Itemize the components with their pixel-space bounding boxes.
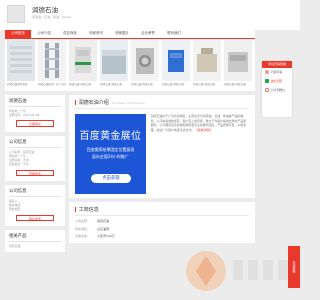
- intro-title: 润德石油介绍: [78, 100, 109, 106]
- share-icon: [265, 88, 269, 92]
- contact-now-button[interactable]: 立即联系: [16, 120, 54, 127]
- fact-label: 公司名称：: [75, 219, 91, 223]
- business-info-title: 工商信息: [78, 207, 99, 213]
- nav-item-about[interactable]: 公司介绍: [31, 30, 57, 38]
- ad-title: 百度黄金展位: [79, 131, 142, 142]
- scan-view-item[interactable]: 扫码查看: [262, 68, 292, 77]
- qr-icon: [265, 70, 269, 74]
- business-info-heading: 工商信息: [75, 206, 249, 216]
- fact-label: 所在地区：: [75, 226, 91, 231]
- contact-merchant-button[interactable]: 联系商家: [16, 214, 54, 221]
- site-name[interactable]: 润德石油: [32, 4, 58, 14]
- store-name: 润德石油: [9, 98, 61, 107]
- fact-row: 注册资本： 人民币100万: [75, 234, 249, 239]
- product-photo-card[interactable]: 润德石油 润德石油: [69, 40, 97, 91]
- ad-get-button[interactable]: 点击获取: [91, 174, 131, 183]
- fact-value: 人民币100万: [97, 234, 115, 239]
- store-card: 润德石油 所在地：广东 注册时间：2011-01-08 立即联系: [5, 95, 65, 132]
- photo-caption: 润德石油 润德石油: [131, 82, 153, 86]
- wechat-icon: [265, 79, 269, 83]
- ad-line-1: 百度搜索结果固定位置展现: [86, 147, 135, 152]
- float-item-label: 分享到微信: [271, 88, 285, 92]
- product-photo-card[interactable]: 润德石油对外出售: [7, 40, 35, 91]
- intro-subtitle: Company Introduction: [111, 100, 146, 105]
- photo-caption: 润德石油 润德石油: [100, 82, 122, 86]
- nav-item-honors[interactable]: 企业荣誉: [135, 30, 161, 38]
- site-keywords: 润滑油，石油，柴油，Diesel: [32, 15, 72, 19]
- company-intro-panel: 润德石油介绍 Company Introduction 百度黄金展位 百度搜索结…: [69, 95, 255, 198]
- heading-accent-bar: [75, 207, 77, 212]
- intro-more-link[interactable]: 【查看详情】: [195, 128, 212, 132]
- nav-item-contact[interactable]: 联系我们: [161, 30, 187, 38]
- nav-item-products[interactable]: 供应商品: [57, 30, 83, 38]
- photo-caption: 润德石油 润德石油: [193, 82, 215, 86]
- fact-value: 山东淄博: [97, 226, 110, 231]
- float-item-label: 扫码查看: [271, 70, 283, 74]
- watermark-logo: [178, 238, 298, 298]
- product-photo-strip: 润德石油对外出售 润德石油出售厂房厂房对外出租 润德石油 润德石油 润德石油 润…: [5, 40, 255, 91]
- business-info-panel: 工商信息 公司名称： 润德石油 所在地区： 山东淄博 注册资本： 人民币100万: [69, 202, 255, 243]
- ad-line-2: 面向全国24小时推广: [91, 154, 129, 159]
- nav-item-home[interactable]: 公司首页: [5, 30, 31, 38]
- floating-share-panel: 手机扫码查看 扫码查看 微信扫码 分享到微信: [262, 61, 292, 117]
- product-photo-card[interactable]: 润德石油 润德石油: [131, 40, 159, 91]
- product-photo[interactable]: [131, 40, 159, 81]
- fact-value: 润德石油: [97, 219, 110, 223]
- baidu-ad-banner[interactable]: 百度黄金展位 百度搜索结果固定位置展现 面向全国24小时推广 点击获取: [75, 114, 146, 194]
- photo-caption: 润德石油 润德石油: [224, 82, 246, 86]
- heading-accent-bar: [75, 100, 77, 105]
- online-service-tab[interactable]: 在线客服: [288, 246, 300, 288]
- site-header: 润德石油 润滑油，石油，柴油，Diesel: [0, 0, 300, 30]
- photo-caption: 润德石油 润德石油: [69, 82, 91, 86]
- nav-item-photos[interactable]: 商家图片: [109, 30, 135, 38]
- fact-row: 所在地区： 山东淄博: [75, 227, 249, 232]
- fact-row: 公司名称： 润德石油: [75, 219, 249, 224]
- company-info-card: 公司信息 公司名称：润德石油 所在地：广东 注册资本：不详 经营模式：不详 查看…: [5, 135, 65, 181]
- contact-info-title: 公司信息: [9, 188, 61, 197]
- nav-item-news[interactable]: 商家资讯: [83, 30, 109, 38]
- info-line: 经营模式：不详: [9, 162, 29, 167]
- product-photo-card[interactable]: 润德石油 润德石油: [224, 40, 252, 91]
- photo-caption: 润德石油 润德石油: [162, 82, 184, 86]
- main-nav: 公司首页 公司介绍 供应商品 商家资讯 商家图片 企业荣誉 联系我们: [5, 30, 255, 39]
- product-photo[interactable]: [69, 40, 97, 81]
- product-photo[interactable]: [100, 40, 128, 81]
- product-photo[interactable]: [38, 40, 66, 81]
- company-logo[interactable]: [7, 5, 25, 23]
- intro-heading: 润德石油介绍 Company Introduction: [75, 99, 249, 109]
- intro-body: 百度黄金展位 百度搜索结果固定位置展现 面向全国24小时推广 点击获取 润德石油…: [75, 114, 249, 194]
- product-photo[interactable]: [224, 40, 252, 81]
- fact-label: 注册资本：: [75, 234, 91, 239]
- related-product-link[interactable]: 润德石油: [9, 244, 61, 248]
- company-info-title: 公司信息: [9, 139, 61, 148]
- info-line: 所在地区：: [9, 207, 23, 212]
- product-photo-card[interactable]: 润德石油出售厂房厂房对外出租: [38, 40, 66, 91]
- product-photo-card[interactable]: 润德石油 润德石油: [193, 40, 221, 91]
- photo-caption: 润德石油出售厂房厂房对外出租: [38, 82, 66, 86]
- product-photo-card[interactable]: 润德石油 润德石油: [100, 40, 128, 91]
- share-wechat-item[interactable]: 分享到微信: [262, 86, 292, 95]
- wechat-scan-item[interactable]: 微信扫码: [262, 77, 292, 86]
- view-more-button[interactable]: 查看更多: [16, 169, 54, 176]
- product-photo-card[interactable]: 润德石油 润德石油: [162, 40, 190, 91]
- float-item-label: 微信扫码: [271, 79, 283, 83]
- product-photo[interactable]: [162, 40, 190, 81]
- product-photo[interactable]: [193, 40, 221, 81]
- contact-info-card: 公司信息 联系人： 联系电话： 所在地区： 联系商家: [5, 185, 65, 226]
- product-photo[interactable]: [7, 40, 35, 81]
- intro-text: 润德石油位于广东省某地区，主营业务为润滑油、石油、柴油等产品的销售。公司本着诚信…: [151, 114, 249, 194]
- related-products-title: 相关产品: [9, 233, 61, 242]
- related-products-card: 相关产品 润德石油: [5, 230, 65, 253]
- left-sidebar: 润德石油 所在地：广东 注册时间：2011-01-08 立即联系 公司信息 公司…: [5, 95, 65, 256]
- store-register-date: 注册时间：2011-01-08: [9, 113, 40, 118]
- main-content: 润德石油介绍 Company Introduction 百度黄金展位 百度搜索结…: [69, 95, 255, 247]
- photo-caption: 润德石油对外出售: [7, 82, 28, 86]
